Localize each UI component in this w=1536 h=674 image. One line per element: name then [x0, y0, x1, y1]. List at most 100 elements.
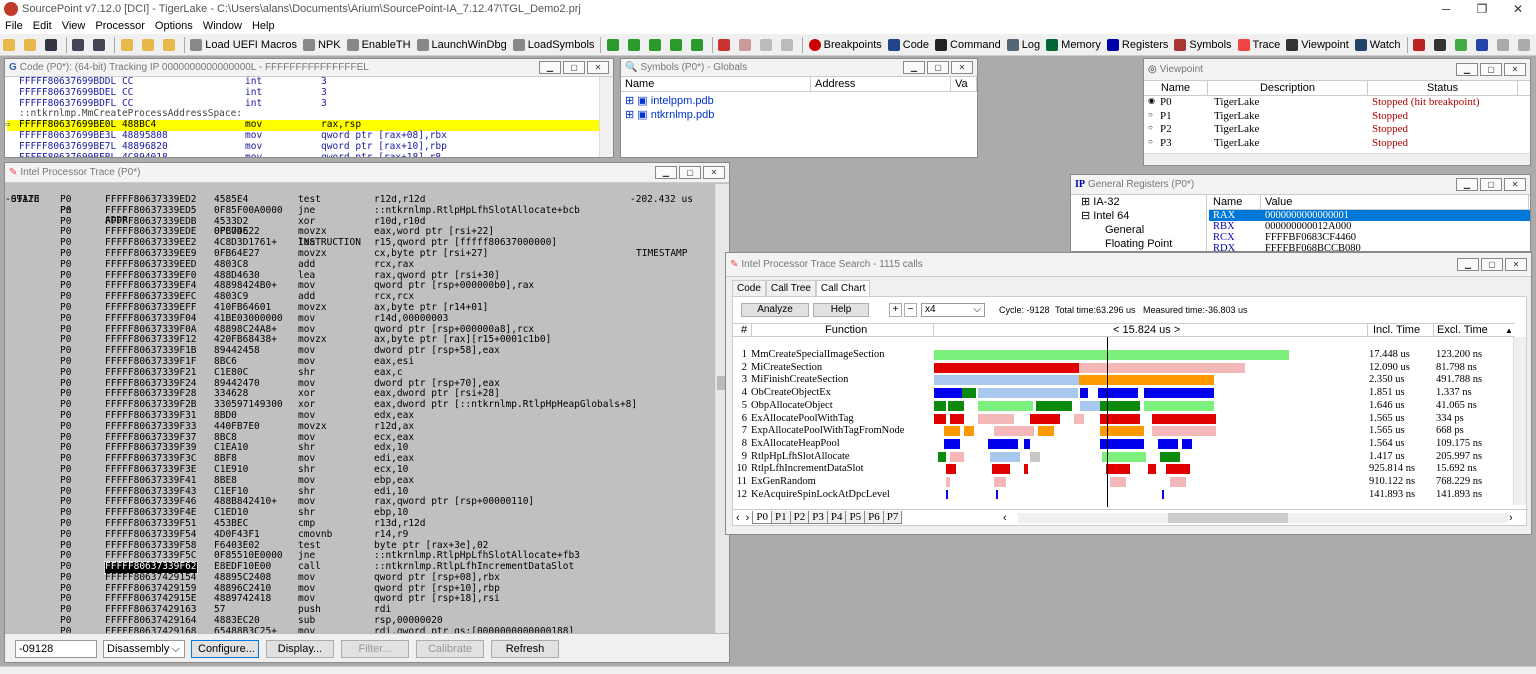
launch-windbg-button[interactable]: LaunchWinDbg: [414, 35, 510, 55]
chart-hscrollbar[interactable]: [1018, 513, 1508, 523]
close-icon[interactable]: ✕: [703, 166, 725, 179]
layout-icon[interactable]: [69, 35, 90, 55]
call-chart-bar[interactable]: [934, 350, 1289, 360]
minimize-icon[interactable]: ▁: [903, 61, 925, 74]
register-value[interactable]: FFFFBF0683CF4460: [1265, 232, 1356, 243]
call-chart-bar[interactable]: [1158, 438, 1178, 449]
call-chart-bar[interactable]: [978, 400, 1033, 411]
call-chart-bar[interactable]: [1152, 426, 1216, 437]
call-chart-bar[interactable]: [988, 438, 1018, 449]
close-icon[interactable]: ✕: [587, 61, 609, 74]
viewpoint-row[interactable]: ○ P2 TigerLake Stopped: [1144, 123, 1530, 137]
call-chart-bar[interactable]: [934, 375, 1079, 386]
call-chart-bar[interactable]: [934, 413, 946, 424]
close-icon[interactable]: ✕: [1504, 63, 1526, 76]
trace-row[interactable]: P0 FFFFF80637339F54 4D0F43F1 cmovnb r14,r9: [5, 529, 711, 541]
call-chart-bar[interactable]: [1100, 400, 1140, 411]
trace-row[interactable]: P0 FFFFF80637339ED5 0F85F00A0000 jne::ntkrn…: [5, 205, 711, 217]
call-chart-bar[interactable]: [1079, 362, 1145, 373]
analyze-button[interactable]: Analyze: [741, 303, 809, 317]
window-icon[interactable]: [1410, 35, 1431, 55]
call-chart-bar[interactable]: [1024, 438, 1030, 449]
processor-tab-p5[interactable]: P5: [845, 511, 866, 524]
trace-addr[interactable]: FFFFF80637339F54: [105, 529, 197, 541]
chart-scrollbar[interactable]: [1513, 337, 1526, 505]
processor-radio[interactable]: ○: [1148, 137, 1153, 146]
zoom-select[interactable]: x4 ⌵: [921, 303, 985, 317]
maximize-icon[interactable]: ▢: [1480, 178, 1502, 191]
reset-icon[interactable]: [736, 35, 757, 55]
display-button[interactable]: Display...: [266, 640, 334, 658]
pin-icon[interactable]: [1431, 35, 1452, 55]
call-chart-bar[interactable]: [934, 388, 962, 399]
hscroll-left-arrow[interactable]: ‹: [1003, 512, 1007, 524]
close-button[interactable]: ✕: [1500, 0, 1536, 18]
column-header-index[interactable]: #: [741, 324, 747, 337]
cycle-input[interactable]: [15, 640, 97, 658]
call-chart-bar[interactable]: [962, 388, 976, 399]
refresh-button[interactable]: Refresh: [491, 640, 559, 658]
trace-window-title-bar[interactable]: ✎ Intel Processor Trace (P0*) ▁ ▢ ✕: [5, 163, 729, 183]
minimize-icon[interactable]: ▁: [539, 61, 561, 74]
menu-processor[interactable]: Processor: [90, 20, 150, 32]
configure-button[interactable]: Configure...: [191, 640, 259, 658]
trace-addr[interactable]: FFFFF80637339EED: [105, 259, 197, 271]
open-file-icon[interactable]: [118, 35, 139, 55]
call-chart-bar[interactable]: [1144, 388, 1214, 399]
registers-button[interactable]: Registers: [1104, 35, 1171, 55]
log-button[interactable]: Log: [1004, 35, 1043, 55]
register-value[interactable]: 0000000000000001: [1265, 210, 1349, 221]
column-header-status[interactable]: Status: [1368, 81, 1518, 95]
call-chart-bar[interactable]: [946, 489, 948, 499]
search-window-title-bar[interactable]: ✎ Intel Processor Trace Search - 1115 ca…: [726, 253, 1531, 277]
viewpoint-hscrollbar[interactable]: [1144, 153, 1530, 165]
processor-tab-p6[interactable]: P6: [864, 511, 884, 524]
save-layout-icon[interactable]: [90, 35, 111, 55]
step-over-icon[interactable]: [646, 35, 667, 55]
trace-row[interactable]: P0 FFFFF80637339F33 440FB7E0 movzx r12d,ax: [5, 421, 711, 433]
target-icon[interactable]: [757, 35, 778, 55]
viewpoint-row[interactable]: ○ P3 TigerLake Stopped: [1144, 137, 1530, 151]
processor-tab-p4[interactable]: P4: [826, 511, 847, 524]
watch-button[interactable]: Watch: [1352, 35, 1404, 55]
registers-window-title-bar[interactable]: IP General Registers (P0*) ▁ ▢ ✕: [1071, 175, 1530, 195]
menu-options[interactable]: Options: [150, 20, 198, 32]
processor-tab-p1[interactable]: P1: [770, 511, 791, 524]
open-project-icon[interactable]: [21, 35, 42, 55]
flag-icon[interactable]: [1473, 35, 1494, 55]
call-chart-bar[interactable]: [964, 426, 974, 437]
call-chart-bar[interactable]: [1106, 464, 1130, 475]
call-chart-bar[interactable]: [1074, 413, 1084, 424]
processor-tab-p3[interactable]: P3: [808, 511, 828, 524]
register-row[interactable]: RDX FFFFBF068BCCB080: [1209, 243, 1530, 251]
register-row[interactable]: RCX FFFFBF0683CF4460: [1209, 232, 1530, 243]
register-row[interactable]: RBX 000000000012A000: [1209, 221, 1530, 232]
menu-help[interactable]: Help: [247, 20, 280, 32]
call-chart-bar[interactable]: [1080, 388, 1088, 399]
call-chart-bar[interactable]: [1098, 388, 1138, 399]
processor-radio[interactable]: ○: [1148, 110, 1153, 119]
open-folder-icon[interactable]: [0, 35, 21, 55]
register-row[interactable]: RAX 0000000000000001: [1209, 210, 1530, 221]
minimize-button[interactable]: ─: [1428, 0, 1464, 18]
symbols-button[interactable]: Symbols: [1171, 35, 1234, 55]
column-header-name[interactable]: Name: [621, 77, 811, 91]
call-chart-bar[interactable]: [994, 426, 1034, 437]
call-chart-bar[interactable]: [1024, 464, 1028, 475]
call-chart-bar[interactable]: [1080, 400, 1100, 411]
column-header-incl-time[interactable]: Incl. Time: [1373, 324, 1420, 337]
tab-code[interactable]: Code: [732, 280, 766, 296]
help-button[interactable]: Help: [813, 303, 869, 317]
processor-radio[interactable]: ◉: [1148, 96, 1155, 105]
view-mode-select[interactable]: Disassembly ⌵: [103, 640, 185, 658]
trace-button[interactable]: Trace: [1235, 35, 1284, 55]
call-chart-bar[interactable]: [1110, 477, 1126, 487]
call-chart-bar[interactable]: [1162, 489, 1164, 499]
save-icon[interactable]: [42, 35, 63, 55]
call-chart-bar[interactable]: [978, 413, 1014, 424]
minimize-icon[interactable]: ▁: [1456, 63, 1478, 76]
column-header-address[interactable]: Address: [811, 77, 951, 91]
tab-call-tree[interactable]: Call Tree: [765, 280, 816, 296]
call-chart-bar[interactable]: [948, 400, 964, 411]
call-chart-bar[interactable]: [950, 451, 964, 462]
